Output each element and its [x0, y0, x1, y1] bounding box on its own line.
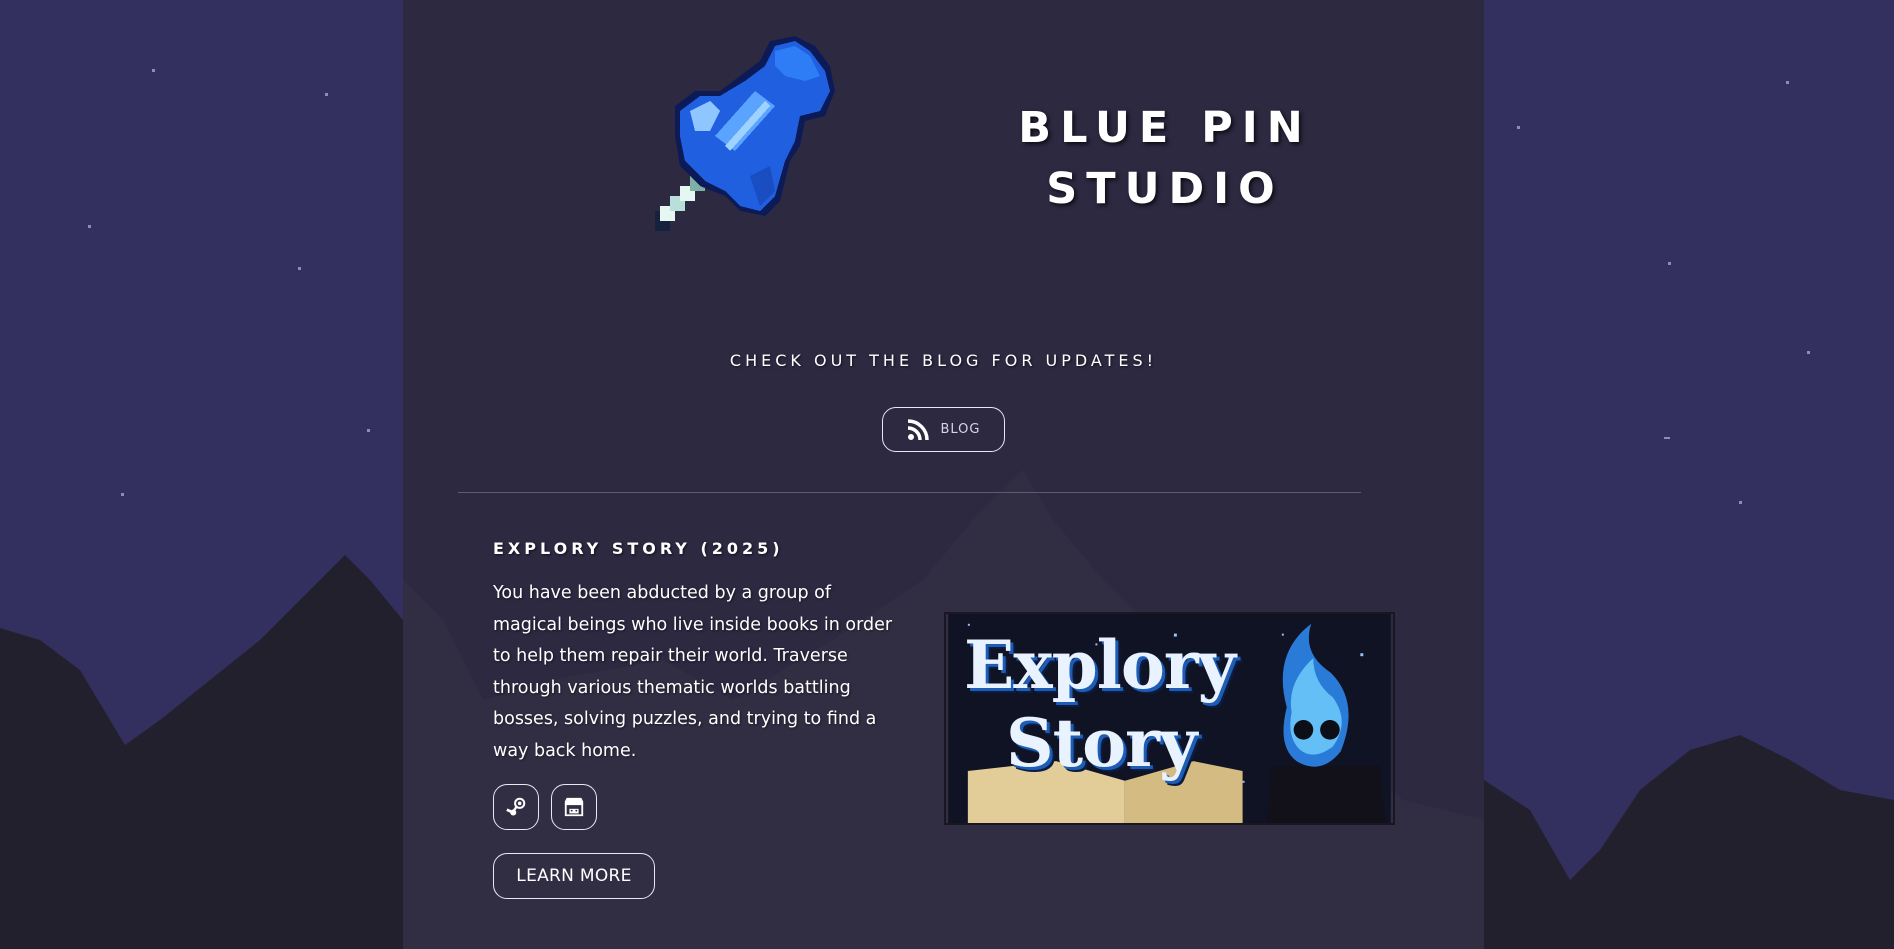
studio-name-heading: BLUE PIN STUDIO: [955, 98, 1375, 220]
game-description: You have been abducted by a group of mag…: [493, 583, 893, 761]
banner-title-line-1: Explory: [964, 626, 1236, 704]
main-content-panel: BLUE PIN STUDIO CHECK OUT THE BLOG FOR U…: [403, 0, 1484, 949]
studio-name-line-2: STUDIO: [1046, 164, 1284, 214]
explory-story-banner-image[interactable]: Explory Story: [944, 612, 1395, 825]
steam-icon: [506, 797, 526, 816]
blue-pushpin-logo: [655, 36, 835, 231]
learn-more-button[interactable]: LEARN MORE: [493, 853, 655, 899]
banner-title-line-2: Story: [1006, 704, 1197, 782]
itch-io-link-button[interactable]: [551, 784, 597, 830]
studio-name-line-1: BLUE PIN: [1018, 103, 1312, 153]
section-divider: [458, 492, 1361, 493]
steam-link-button[interactable]: [493, 784, 539, 830]
itch-io-icon: [564, 797, 584, 817]
blog-button-label: BLOG: [940, 422, 981, 437]
game-title: EXPLORY STORY (2025): [493, 539, 784, 558]
rss-icon: [908, 418, 930, 440]
blog-callout-text: CHECK OUT THE BLOG FOR UPDATES!: [729, 351, 1158, 370]
blog-button[interactable]: BLOG: [882, 407, 1005, 452]
